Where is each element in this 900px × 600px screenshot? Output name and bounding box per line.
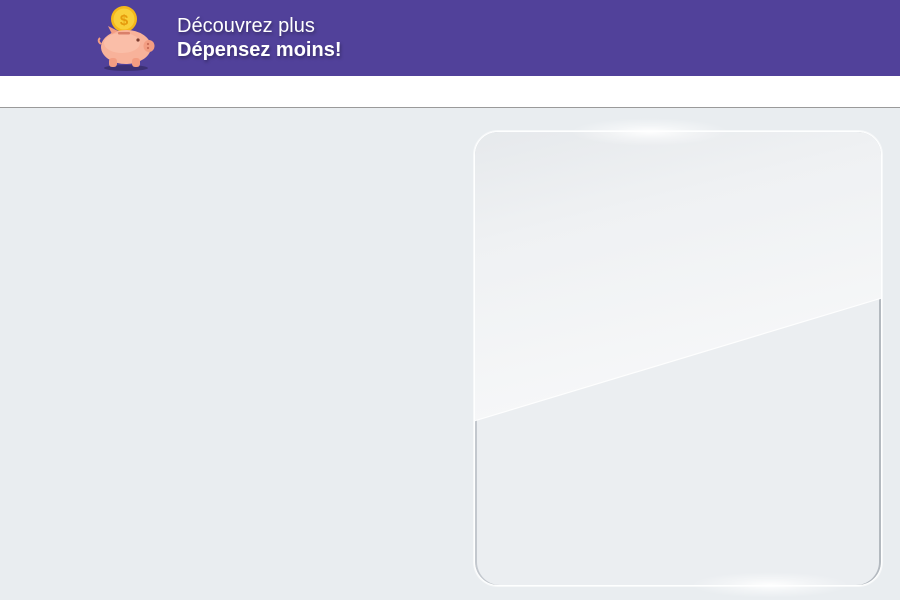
page: $ Découvrez plus Dépensez moins! — [0, 0, 900, 600]
tagline-spend-less: Dépensez moins! — [177, 39, 342, 61]
navigation-strip — [0, 76, 900, 108]
header-banner: $ Découvrez plus Dépensez moins! — [0, 0, 900, 76]
piggy-bank-svg: $ — [97, 6, 155, 71]
tagline-discover: Découvrez plus — [177, 15, 315, 37]
svg-text:$: $ — [120, 12, 129, 29]
tagline: Découvrez plus Dépensez moins! — [177, 14, 341, 62]
glass-card-panel — [474, 131, 882, 586]
piggy-bank-logo-icon[interactable]: $ — [96, 2, 160, 72]
glass-reflection — [475, 132, 881, 422]
